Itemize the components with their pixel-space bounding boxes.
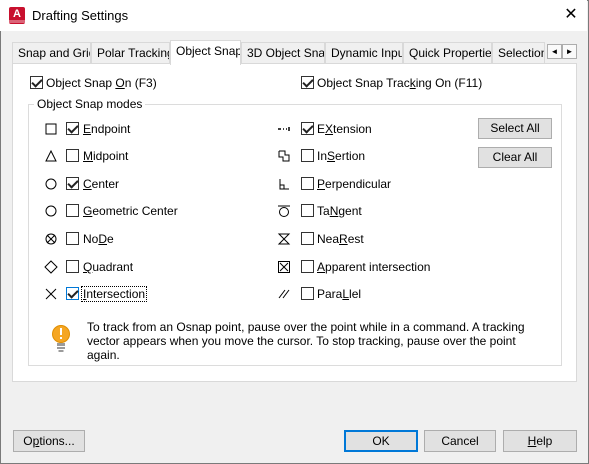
circle-marker-icon bbox=[44, 177, 58, 191]
circle-marker-icon bbox=[44, 204, 58, 218]
perpendicular-marker-icon bbox=[277, 177, 291, 191]
tracking-info-text: To track from an Osnap point, pause over… bbox=[87, 320, 525, 362]
cancel-button[interactable]: Cancel bbox=[424, 430, 496, 452]
apparent-intersection-label: Apparent intersection bbox=[317, 260, 431, 274]
insertion-label: InSertion bbox=[317, 149, 366, 163]
tab-quick-properties[interactable]: Quick Properties bbox=[403, 42, 492, 64]
ok-button[interactable]: OK bbox=[344, 430, 418, 452]
title-bar: A Drafting Settings ✕ bbox=[0, 0, 587, 31]
center-checkbox[interactable] bbox=[66, 177, 79, 190]
intersection-label: Intersection bbox=[80, 286, 148, 302]
tab-polar-tracking[interactable]: Polar Tracking bbox=[91, 42, 170, 64]
perpendicular-checkbox[interactable] bbox=[301, 177, 314, 190]
tab-scroll-left-icon[interactable]: ◄ bbox=[547, 44, 562, 59]
apparent-intersection-checkbox[interactable] bbox=[301, 260, 314, 273]
object-snap-modes-legend: Object Snap modes bbox=[34, 97, 146, 111]
midpoint-label: Midpoint bbox=[83, 149, 129, 163]
quadrant-checkbox[interactable] bbox=[66, 260, 79, 273]
lightbulb-icon bbox=[51, 325, 71, 355]
apparent-intersection-marker-icon bbox=[277, 260, 291, 274]
nearest-checkbox[interactable] bbox=[301, 232, 314, 245]
clear-all-button[interactable]: Clear All bbox=[478, 147, 552, 168]
node-checkbox[interactable] bbox=[66, 232, 79, 245]
autocad-app-icon: A bbox=[9, 7, 25, 24]
node-label: NoDe bbox=[83, 232, 114, 246]
tab-dynamic-input[interactable]: Dynamic Input bbox=[325, 42, 403, 64]
object-snap-tracking-label: Object Snap Tracking On (F11) bbox=[317, 76, 483, 90]
tangent-checkbox[interactable] bbox=[301, 204, 314, 217]
insertion-checkbox[interactable] bbox=[301, 149, 314, 162]
endpoint-checkbox[interactable] bbox=[66, 122, 79, 135]
object-snap-on-checkbox[interactable] bbox=[30, 76, 43, 89]
node-marker-icon bbox=[44, 232, 58, 246]
tab-selection[interactable]: Selection bbox=[492, 42, 545, 64]
parallel-label: ParaLlel bbox=[317, 287, 362, 301]
select-all-button[interactable]: Select All bbox=[478, 118, 552, 139]
midpoint-checkbox[interactable] bbox=[66, 149, 79, 162]
extension-label: EXtension bbox=[317, 122, 372, 136]
tab-object-snap[interactable]: Object Snap bbox=[170, 40, 241, 65]
perpendicular-label: Perpendicular bbox=[317, 177, 392, 191]
square-marker-icon bbox=[44, 122, 58, 136]
parallel-marker-icon bbox=[277, 287, 291, 301]
object-snap-tracking-checkbox[interactable] bbox=[301, 76, 314, 89]
nearest-label: NeaRest bbox=[317, 232, 364, 246]
object-snap-on-label: Object Snap On (F3) bbox=[46, 76, 157, 90]
tangent-label: TaNgent bbox=[317, 204, 362, 218]
endpoint-label: Endpoint bbox=[83, 122, 131, 136]
tab-scroll-right-icon[interactable]: ► bbox=[562, 44, 577, 59]
geometric-center-label: Geometric Center bbox=[83, 204, 178, 218]
center-label: Center bbox=[83, 177, 120, 191]
intersection-checkbox[interactable] bbox=[66, 287, 79, 300]
close-icon[interactable]: ✕ bbox=[560, 5, 582, 25]
options-button[interactable]: Options... bbox=[13, 430, 85, 452]
extension-checkbox[interactable] bbox=[301, 122, 314, 135]
diamond-marker-icon bbox=[44, 260, 58, 274]
window-title: Drafting Settings bbox=[32, 8, 129, 23]
help-button[interactable]: Help bbox=[503, 430, 577, 452]
tab-3d-object-snap[interactable]: 3D Object Snap bbox=[241, 42, 325, 64]
geometric-center-checkbox[interactable] bbox=[66, 204, 79, 217]
nearest-marker-icon bbox=[277, 232, 291, 246]
insertion-marker-icon bbox=[277, 149, 291, 163]
extension-marker-icon bbox=[277, 122, 291, 136]
x-marker-icon bbox=[44, 287, 58, 301]
tab-snap-and-grid[interactable]: Snap and Grid bbox=[12, 42, 91, 64]
parallel-checkbox[interactable] bbox=[301, 287, 314, 300]
quadrant-label: Quadrant bbox=[83, 260, 134, 274]
tangent-marker-icon bbox=[277, 204, 291, 218]
triangle-marker-icon bbox=[44, 149, 58, 163]
